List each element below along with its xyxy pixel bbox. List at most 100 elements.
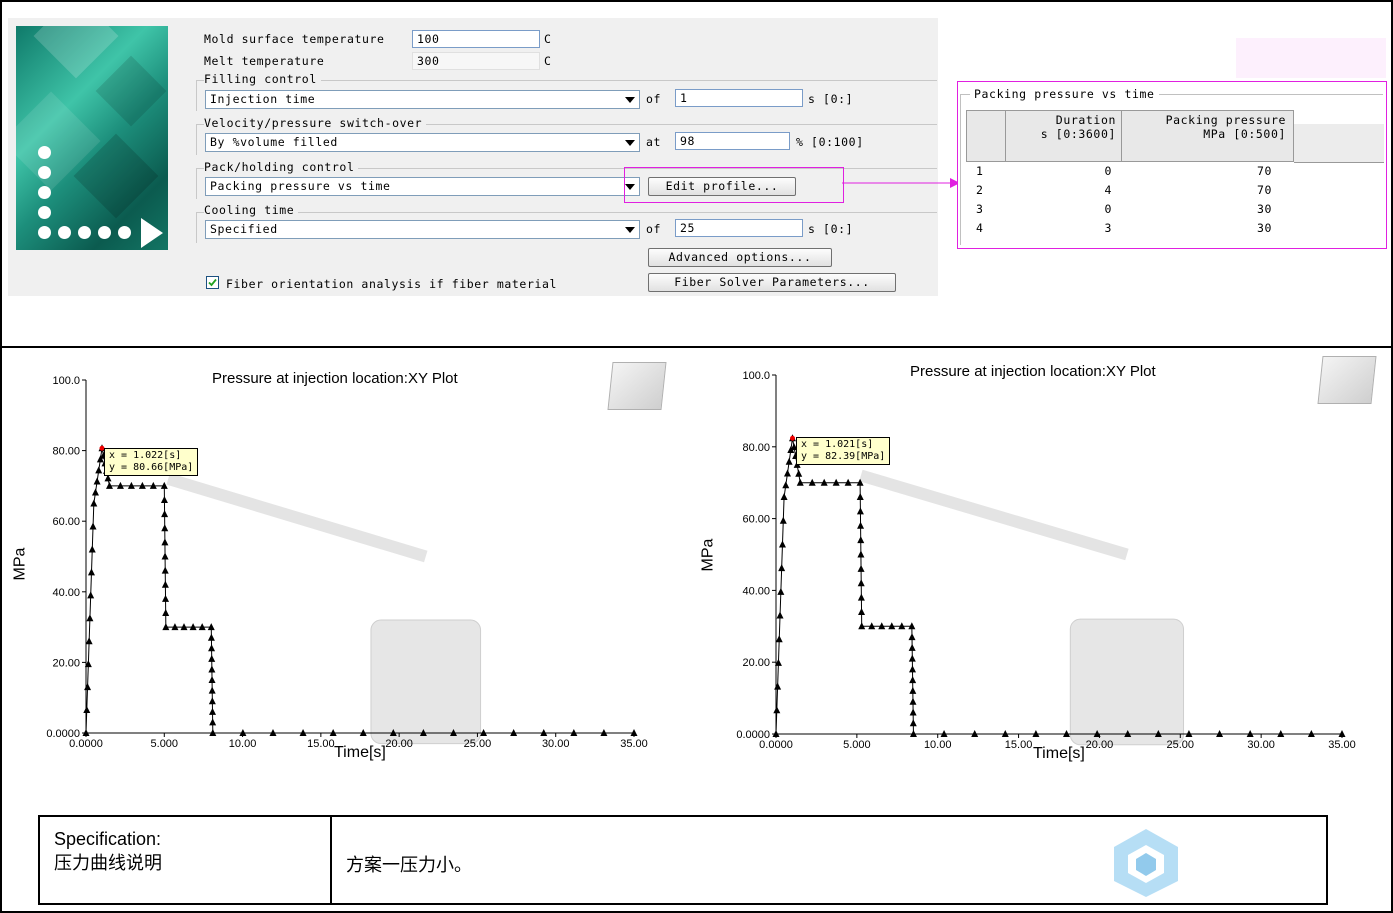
right-plot-title: Pressure at injection location:XY Plot (910, 363, 1156, 380)
data-point (93, 477, 101, 485)
mold-surface-temp-input[interactable]: 100 (412, 30, 540, 48)
advanced-options-button[interactable]: Advanced options... (648, 248, 832, 267)
data-point (909, 697, 917, 705)
x-tick-label: 10.00 (229, 738, 257, 750)
x-tick-label: 0.0000 (69, 738, 103, 750)
data-point (208, 665, 216, 673)
switchover-label: Velocity/pressure switch-over (204, 116, 427, 130)
fiber-solver-parameters-button[interactable]: Fiber Solver Parameters... (648, 273, 896, 292)
duration-cell[interactable]: 3 (1006, 221, 1112, 235)
data-point (780, 493, 788, 501)
pack-holding-label: Pack/holding control (204, 160, 359, 174)
data-point (160, 496, 168, 504)
pressure-cell[interactable]: 70 (1122, 183, 1272, 197)
right-xy-plot: 100.080.0060.0040.0020.000.00000.0000 5.0… (736, 370, 1356, 751)
duration-cell[interactable]: 0 (1006, 164, 1112, 178)
x-tick-label: 10.00 (924, 739, 952, 751)
chevron-down-icon (625, 97, 635, 103)
duration-cell[interactable]: 0 (1006, 202, 1112, 216)
data-point (909, 708, 917, 716)
x-tick-label: 35.00 (1328, 739, 1356, 751)
runner-ghost (166, 473, 428, 563)
data-point (857, 579, 865, 587)
data-point (908, 665, 916, 673)
y-tick-label: 60.00 (52, 516, 80, 528)
y-tick-label: 100.0 (742, 370, 770, 382)
row-index[interactable]: 4 (976, 221, 1006, 235)
data-point (776, 611, 784, 619)
chevron-down-icon (625, 227, 635, 233)
data-point (90, 499, 98, 507)
checkmark-icon (208, 278, 217, 287)
cooling-select[interactable]: Specified (205, 220, 640, 239)
data-point (85, 637, 93, 645)
series-line (85, 448, 634, 734)
chevron-down-icon (625, 140, 635, 146)
logo-arrow-icon (141, 218, 163, 248)
x-tick-label: 5.000 (151, 738, 179, 750)
data-point (856, 493, 864, 501)
mold-surface-temp-label: Mold surface temperature (204, 32, 385, 46)
melt-temp-input[interactable]: 300 (412, 52, 540, 70)
row-index[interactable]: 3 (976, 202, 1006, 216)
data-point (208, 686, 216, 694)
data-point (908, 654, 916, 662)
view-cube-icon[interactable] (1317, 356, 1377, 404)
data-point (857, 550, 865, 558)
profile-table-title: Packing pressure vs time (970, 87, 1159, 101)
left-plot-xlabel: Time[s] (334, 744, 386, 761)
data-point (782, 481, 790, 489)
data-point (795, 469, 803, 477)
view-cube-icon[interactable] (607, 362, 667, 410)
data-point (87, 591, 95, 599)
cooling-unit: s [0:] (808, 222, 854, 236)
data-point (88, 545, 96, 553)
data-point (86, 614, 94, 622)
pressure-cell[interactable]: 30 (1122, 221, 1272, 235)
left-plot-title: Pressure at injection location:XY Plot (212, 370, 458, 387)
data-point (162, 623, 170, 631)
row-index[interactable]: 2 (976, 183, 1006, 197)
edit-profile-highlight (624, 167, 844, 203)
left-tooltip: x = 1.022[s] y = 80.66[MPa] (104, 448, 199, 476)
switchover-at-label: at (646, 135, 662, 149)
cooling-time-input[interactable]: 25 (675, 219, 803, 237)
fiber-orientation-checkbox[interactable] (206, 276, 219, 289)
x-tick-label: 15.00 (1005, 739, 1033, 751)
data-point (162, 608, 170, 616)
cooling-value: Specified (210, 222, 278, 236)
pressure-cell[interactable]: 30 (1122, 202, 1272, 216)
data-point (785, 457, 793, 465)
data-point (775, 635, 783, 643)
duration-header: Duration s [0:3600] (1040, 113, 1116, 141)
data-point (208, 676, 216, 684)
specification-box: Specification: 压力曲线说明 方案一压力小。 (38, 815, 1328, 905)
data-point (161, 552, 169, 560)
switchover-input[interactable]: 98 (675, 132, 790, 150)
fiber-orientation-label: Fiber orientation analysis if fiber mate… (226, 277, 558, 291)
filling-control-select[interactable]: Injection time (205, 90, 640, 109)
x-tick-label: 20.00 (1086, 739, 1114, 751)
data-point (207, 623, 215, 631)
pack-holding-select[interactable]: Packing pressure vs time (205, 177, 640, 196)
model-ghost (1069, 618, 1185, 746)
x-tick-label: 30.00 (542, 738, 570, 750)
left-plot-ylabel: MPa (11, 547, 29, 581)
duration-cell[interactable]: 4 (1006, 183, 1112, 197)
filling-of-label: of (646, 92, 662, 106)
data-point (208, 644, 216, 652)
x-tick-label: 20.00 (385, 738, 413, 750)
data-point (857, 593, 865, 601)
mold-surface-temp-unit: C (544, 32, 552, 46)
pressure-cell[interactable]: 70 (1122, 164, 1272, 178)
row-index[interactable]: 1 (976, 164, 1006, 178)
y-tick-label: 40.00 (742, 585, 770, 597)
y-tick-label: 80.00 (742, 442, 770, 454)
x-tick-label: 15.00 (307, 738, 335, 750)
x-tick-label: 5.000 (843, 739, 871, 751)
switchover-select[interactable]: By %volume filled (205, 133, 640, 152)
data-point (83, 706, 91, 714)
filling-time-input[interactable]: 1 (675, 89, 803, 107)
right-plot-xlabel: Time[s] (1033, 745, 1085, 762)
y-tick-label: 60.00 (742, 514, 770, 526)
